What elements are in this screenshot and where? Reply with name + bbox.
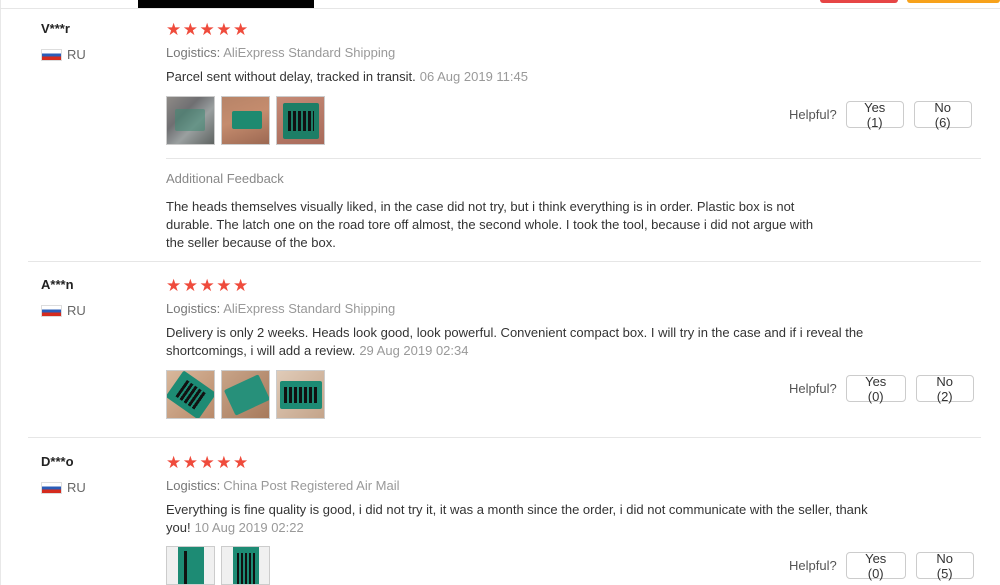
star-icon: ★ <box>166 20 182 39</box>
vote-yes-button[interactable]: Yes (0) <box>845 374 906 404</box>
top-action-button-red[interactable] <box>820 0 898 3</box>
helpful-vote: Helpful? Yes (1) No (6) <box>789 100 972 130</box>
logistics-label: Logistics: <box>166 301 221 316</box>
reviewer-country: RU <box>41 47 86 62</box>
star-icon: ★ <box>182 276 198 295</box>
vote-no-button[interactable]: No (2) <box>915 374 974 404</box>
star-rating: ★ ★ ★ ★ ★ <box>166 454 250 471</box>
star-icon: ★ <box>233 453 249 472</box>
star-icon: ★ <box>199 20 215 39</box>
review-photo-thumbnail[interactable] <box>221 96 270 145</box>
helpful-label: Helpful? <box>789 107 837 122</box>
reviewer-country: RU <box>41 480 86 495</box>
left-border <box>0 0 1 585</box>
review-photo-thumbnail[interactable] <box>276 96 325 145</box>
logistics-info: Logistics: AliExpress Standard Shipping <box>166 45 395 60</box>
star-icon: ★ <box>166 276 182 295</box>
vote-yes-button[interactable]: Yes (1) <box>845 100 904 130</box>
reviewer-country: RU <box>41 303 86 318</box>
additional-feedback-title: Additional Feedback <box>166 171 284 186</box>
reviewer-name: V***r <box>41 21 70 36</box>
country-code: RU <box>67 303 86 318</box>
review-separator <box>28 437 981 438</box>
star-rating: ★ ★ ★ ★ ★ <box>166 277 250 294</box>
reviewer-name: A***n <box>41 277 74 292</box>
review-body: Parcel sent without delay, tracked in tr… <box>166 69 416 84</box>
vote-no-button[interactable]: No (6) <box>913 100 972 130</box>
star-icon: ★ <box>199 453 215 472</box>
review-photo-thumbnail[interactable] <box>276 370 325 419</box>
review-photo-thumbnail[interactable] <box>221 546 270 585</box>
star-icon: ★ <box>216 453 232 472</box>
review-photo-thumbnail[interactable] <box>221 370 270 419</box>
reviewer-name: D***o <box>41 454 74 469</box>
logistics-value: AliExpress Standard Shipping <box>223 45 396 60</box>
vote-no-button[interactable]: No (5) <box>915 551 974 581</box>
star-icon: ★ <box>182 20 198 39</box>
logistics-value: China Post Registered Air Mail <box>223 478 400 493</box>
review-text: Parcel sent without delay, tracked in tr… <box>166 68 876 86</box>
vote-yes-button[interactable]: Yes (0) <box>845 551 906 581</box>
logistics-value: AliExpress Standard Shipping <box>223 301 396 316</box>
review-photos <box>166 546 276 585</box>
star-icon: ★ <box>233 20 249 39</box>
review-photo-thumbnail[interactable] <box>166 370 215 419</box>
review-body: Delivery is only 2 weeks. Heads look goo… <box>166 325 864 358</box>
star-icon: ★ <box>233 276 249 295</box>
logistics-label: Logistics: <box>166 45 221 60</box>
russia-flag-icon <box>41 481 62 494</box>
helpful-vote: Helpful? Yes (0) No (2) <box>789 374 974 404</box>
review-photo-thumbnail[interactable] <box>166 546 215 585</box>
review-photo-thumbnail[interactable] <box>166 96 215 145</box>
star-rating: ★ ★ ★ ★ ★ <box>166 21 250 38</box>
star-icon: ★ <box>182 453 198 472</box>
review-text: Delivery is only 2 weeks. Heads look goo… <box>166 324 876 360</box>
logistics-info: Logistics: China Post Registered Air Mail <box>166 478 400 493</box>
star-icon: ★ <box>199 276 215 295</box>
logistics-label: Logistics: <box>166 478 221 493</box>
section-divider <box>166 158 981 159</box>
star-icon: ★ <box>216 276 232 295</box>
helpful-label: Helpful? <box>789 381 837 396</box>
review-text: Everything is fine quality is good, i di… <box>166 501 876 537</box>
russia-flag-icon <box>41 304 62 317</box>
russia-flag-icon <box>41 48 62 61</box>
review-photos <box>166 96 331 145</box>
review-separator <box>28 261 981 262</box>
header-divider <box>0 8 1000 9</box>
review-date: 10 Aug 2019 02:22 <box>194 520 304 535</box>
review-date: 06 Aug 2019 11:45 <box>419 69 528 84</box>
country-code: RU <box>67 480 86 495</box>
helpful-vote: Helpful? Yes (0) No (5) <box>789 551 974 581</box>
active-tab-indicator[interactable] <box>138 0 314 8</box>
star-icon: ★ <box>216 20 232 39</box>
country-code: RU <box>67 47 86 62</box>
logistics-info: Logistics: AliExpress Standard Shipping <box>166 301 395 316</box>
star-icon: ★ <box>166 453 182 472</box>
review-photos <box>166 370 331 419</box>
additional-feedback-text: The heads themselves visually liked, in … <box>166 199 814 250</box>
review-date: 29 Aug 2019 02:34 <box>359 343 469 358</box>
helpful-label: Helpful? <box>789 558 837 573</box>
top-action-button-orange[interactable] <box>907 0 1000 3</box>
